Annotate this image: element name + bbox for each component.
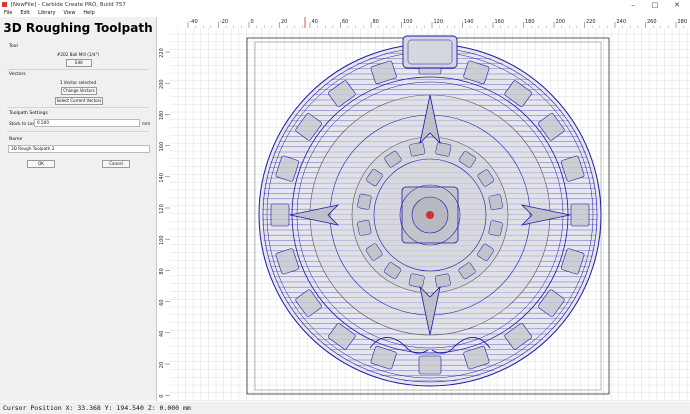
horizontal-ruler-graphic: -40 -20 0 20 40 60 80 100 120 140 160 180 200 220 240 2… (187, 17, 688, 28)
ruler-label: 0 (159, 395, 165, 398)
name-section-header: Name (9, 137, 23, 142)
window-title: [NewFile] - Carbide Create PRO, Build 75… (10, 2, 126, 8)
ruler-label: 180 (159, 111, 165, 121)
ruler-label: -40 (190, 19, 198, 25)
select-current-vectors-button[interactable]: Select Current Vectors (55, 97, 103, 105)
ruler-label: 220 (586, 19, 596, 25)
ruler-label: 120 (159, 204, 165, 214)
maximize-icon[interactable]: □ (646, 0, 664, 10)
ruler-label: 200 (556, 19, 566, 25)
app-icon (2, 2, 7, 7)
ruler-label: 140 (159, 173, 165, 183)
ruler-label: 200 (159, 79, 165, 89)
ruler-label: 240 (617, 19, 627, 25)
stock-to-leave-input[interactable]: 0.500 (34, 119, 140, 127)
tool-edit-button[interactable]: Edit (66, 59, 92, 67)
ruler-label: 40 (159, 331, 165, 337)
ruler-label: 180 (525, 19, 535, 25)
toolpath-name-input[interactable]: 3D Rough Toolpath 2 (8, 145, 150, 153)
separator (7, 131, 149, 132)
ruler-label: 260 (647, 19, 657, 25)
ruler-label: 60 (159, 299, 165, 305)
vertical-ruler-graphic: 220200180160140120100806040200 (159, 48, 170, 398)
separator (7, 107, 149, 108)
menu-edit[interactable]: Edit (20, 10, 30, 16)
selected-origin-marker (426, 211, 434, 219)
minimize-icon[interactable]: – (624, 0, 642, 10)
ruler-label: 0 (251, 19, 254, 25)
ruler-label: 100 (159, 235, 165, 245)
vertical-ruler[interactable]: 220 200 180 160 140 120 100 80 60 40 20 0 (157, 28, 171, 401)
canvas-drawing (170, 28, 690, 401)
ruler-label: -20 (220, 19, 228, 25)
ruler-label: 40 (312, 19, 318, 25)
ruler-label: 120 (434, 19, 444, 25)
ruler-label: 20 (281, 19, 287, 25)
vectors-section-header: Vectors (9, 72, 26, 77)
toolpath-panel: 3D Roughing Toolpath Tool #202 Ball Mill… (0, 17, 157, 401)
ruler-label: 160 (159, 142, 165, 152)
top-tab (402, 35, 458, 69)
menu-bar: File Edit Library View Help (0, 10, 690, 17)
tool-name: #202 Ball Mill (1/4") (56, 52, 100, 57)
stock-unit-label: mm (142, 121, 151, 126)
ruler-label: 80 (373, 19, 379, 25)
ruler-label: 20 (159, 362, 165, 368)
status-bar: Cursor Position X: 33.368 Y: 194.540 Z: … (0, 402, 690, 414)
tool-section-header: Tool (9, 44, 18, 49)
design-canvas[interactable] (170, 28, 690, 401)
panel-title: 3D Roughing Toolpath (3, 21, 153, 35)
ruler-label: 280 (678, 19, 688, 25)
close-icon[interactable]: ✕ (668, 0, 686, 10)
cursor-position-readout: Cursor Position X: 33.368 Y: 194.540 Z: … (3, 404, 191, 412)
ruler-label: 220 (159, 48, 165, 58)
toolpath-settings-header: Toolpath Settings (9, 111, 48, 116)
menu-view[interactable]: View (64, 10, 76, 16)
separator (7, 69, 149, 70)
menu-help[interactable]: Help (83, 10, 94, 16)
window-titlebar: [NewFile] - Carbide Create PRO, Build 75… (0, 0, 690, 10)
menu-file[interactable]: File (4, 10, 12, 16)
ok-button[interactable]: OK (27, 160, 55, 168)
ruler-label: 160 (495, 19, 505, 25)
vectors-selected-text: 1 Vector selected (59, 80, 97, 85)
menu-library[interactable]: Library (38, 10, 55, 16)
ruler-label: 60 (342, 19, 348, 25)
change-vectors-button[interactable]: Change Vectors (61, 87, 97, 95)
ruler-label: 140 (464, 19, 474, 25)
ruler-label: 80 (159, 268, 165, 274)
cancel-button[interactable]: Cancel (102, 160, 130, 168)
ruler-label: 100 (403, 19, 413, 25)
